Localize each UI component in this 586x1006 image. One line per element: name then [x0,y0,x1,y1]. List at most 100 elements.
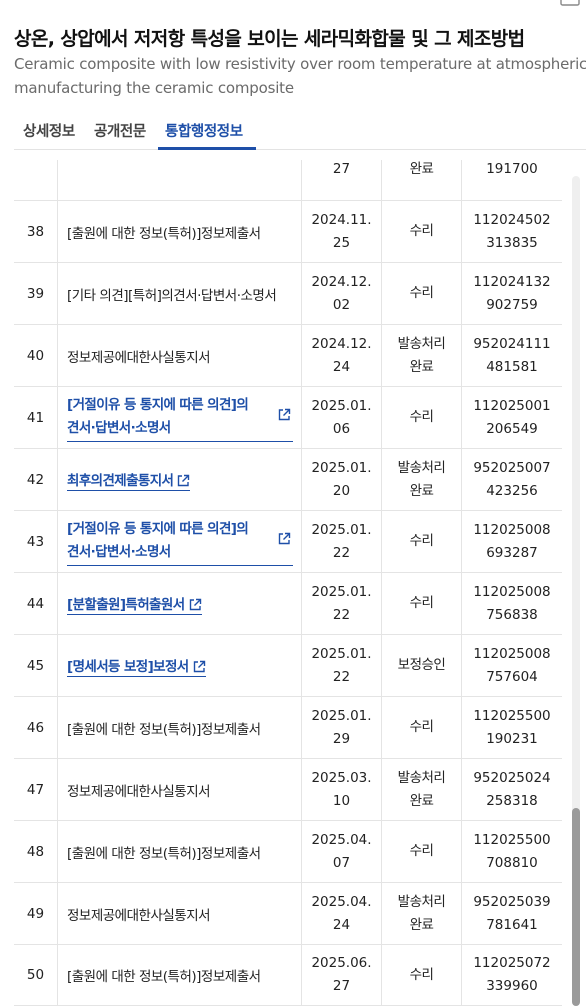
subtitle-line-2: manufacturing the ceramic composite [14,79,294,97]
row-number: 46 [14,697,58,758]
receipt-number: 112025072 339960 [473,955,551,994]
receipt-date: 2025.04. 07 [302,821,382,882]
receipt-number: 112024132 902759 [473,273,551,313]
table-row: 46 [출원에 대한 정보(특허)]정보제출서 2025.01. 29 수리 11… [14,696,562,758]
processing-status: 완료 [382,160,462,200]
receipt-date: 2025.03. 10 [302,759,382,820]
document-link[interactable]: [명세서등 보정]보정서 [67,655,206,677]
page-subtitle: Ceramic composite with low resistivity o… [14,52,586,100]
subtitle-line-1: Ceramic composite with low resistivity o… [14,55,586,73]
receipt-number: 952024111 481581 [473,335,551,375]
processing-status: 수리 [382,201,462,262]
receipt-date: 2025.01. 22 [302,511,382,572]
document-link[interactable]: [분할출원]특허출원서 [67,593,202,615]
tab-detail-info[interactable]: 상세정보 [23,120,75,141]
external-link-icon [278,408,291,420]
receipt-number: 952025024 258318 [473,769,551,809]
document-name: [출원에 대한 정보(특허)]정보제출서 [58,697,302,758]
external-link-icon [278,532,291,544]
receipt-number: 952025039 781641 [473,893,551,933]
document-name: [분할출원]특허출원서 [58,573,302,634]
processing-status: 발송처리 완료 [382,325,462,386]
row-number: 45 [14,635,58,696]
processing-status: 수리 [382,945,462,1005]
row-number: 50 [14,945,58,1005]
table-row: 27 완료 191700 [14,160,562,200]
receipt-number: 112024502 313835 [473,211,551,251]
tab-bar: 상세정보 공개전문 통합행정정보 [14,112,586,150]
receipt-date: 2025.01. 29 [302,697,382,758]
table-row: 44 [분할출원]특허출원서 2025.01. 22 수리 112025008 75… [14,572,562,634]
processing-status: 발송처리 완료 [382,883,462,944]
processing-status: 보정승인 [382,635,462,696]
document-name: [명세서등 보정]보정서 [58,635,302,696]
document-link[interactable]: [거절이유 등 통지에 따른 의견]의 견서·답변서·소명서 [67,518,293,566]
row-number: 47 [14,759,58,820]
document-name [58,160,302,200]
receipt-number: 112025500 190231 [473,707,551,747]
receipt-number: 112025008 757604 [473,645,551,685]
receipt-number: 112025500 708810 [473,831,551,871]
scrollbar-thumb[interactable] [572,808,580,1006]
tab-public-document[interactable]: 공개전문 [94,120,146,141]
row-number: 48 [14,821,58,882]
receipt-date: 2024.12. 24 [302,325,382,386]
page-title: 상온, 상압에서 저저항 특성을 보이는 세라믹화합물 및 그 제조방법 [14,28,525,50]
processing-status: 발송처리 완료 [382,759,462,820]
receipt-date: 2025.01. 06 [302,387,382,448]
table-row: 43 [거절이유 등 통지에 따른 의견]의 견서·답변서·소명서 2025.0… [14,510,562,572]
document-name: [출원에 대한 정보(특허)]정보제출서 [58,945,302,1005]
row-number: 38 [14,201,58,262]
receipt-date: 2025.01. 22 [302,635,382,696]
external-link-icon [178,474,190,486]
receipt-number: 112025001 206549 [473,397,551,437]
processing-status: 수리 [382,511,462,572]
receipt-date: 2025.04. 24 [302,883,382,944]
processing-status: 수리 [382,697,462,758]
receipt-date: 2025.01. 20 [302,449,382,510]
vertical-scrollbar[interactable] [572,176,580,1006]
row-number: 43 [14,511,58,572]
processing-status: 수리 [382,821,462,882]
processing-status: 수리 [382,573,462,634]
document-name: [거절이유 등 통지에 따른 의견]의 견서·답변서·소명서 [58,511,302,572]
document-name: 정보제공에대한사실통지서 [58,325,302,386]
table-row: 40 정보제공에대한사실통지서 2024.12. 24 발송처리 완료 952024… [14,324,562,386]
print-icon[interactable] [560,0,580,6]
row-number [14,160,58,200]
table-row: 42 최후의견제출통지서 2025.01. 20 발송처리 완료 952025007… [14,448,562,510]
receipt-date: 2025.01. 22 [302,573,382,634]
table-row: 39 [기타 의견][특허]의견서·답변서·소명서 2024.12. 02 수리 … [14,262,562,324]
external-link-icon [189,598,201,610]
row-number: 49 [14,883,58,944]
receipt-number: 112025008 693287 [473,521,551,561]
document-link[interactable]: 최후의견제출통지서 [67,469,191,491]
processing-status: 수리 [382,387,462,448]
table-row: 48 [출원에 대한 정보(특허)]정보제출서 2025.04. 07 수리 11… [14,820,562,882]
receipt-date: 2024.11. 25 [302,201,382,262]
receipt-date: 27 [302,160,382,200]
receipt-number: 191700 [486,161,538,177]
tab-integrated-admin-info[interactable]: 통합행정정보 [165,120,243,141]
row-number: 40 [14,325,58,386]
table-row: 47 정보제공에대한사실통지서 2025.03. 10 발송처리 완료 952025… [14,758,562,820]
external-link-icon [193,660,205,672]
document-name: [출원에 대한 정보(특허)]정보제출서 [58,201,302,262]
table-row: 50 [출원에 대한 정보(특허)]정보제출서 2025.06. 27 수리 11… [14,944,562,1006]
document-link[interactable]: [거절이유 등 통지에 따른 의견]의 견서·답변서·소명서 [67,394,293,442]
row-number: 39 [14,263,58,324]
document-name: 정보제공에대한사실통지서 [58,759,302,820]
document-name: 최후의견제출통지서 [58,449,302,510]
processing-status: 수리 [382,263,462,324]
document-name: [기타 의견][특허]의견서·답변서·소명서 [58,263,302,324]
table-row: 49 정보제공에대한사실통지서 2025.04. 24 발송처리 완료 952025… [14,882,562,944]
receipt-date: 2024.12. 02 [302,263,382,324]
document-name: [거절이유 등 통지에 따른 의견]의 견서·답변서·소명서 [58,387,302,448]
row-number: 41 [14,387,58,448]
table-row: 45 [명세서등 보정]보정서 2025.01. 22 보정승인 11202500… [14,634,562,696]
row-number: 42 [14,449,58,510]
table-row: 38 [출원에 대한 정보(특허)]정보제출서 2024.11. 25 수리 11… [14,200,562,262]
active-tab-indicator [158,147,256,150]
receipt-number: 952025007 423256 [473,459,551,499]
receipt-date: 2025.06. 27 [302,945,382,1005]
